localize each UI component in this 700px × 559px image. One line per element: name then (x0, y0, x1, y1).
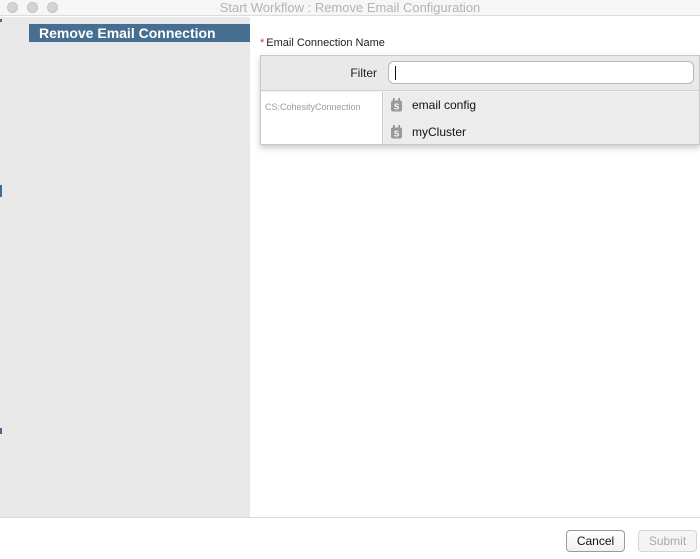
edge-marker (0, 19, 2, 22)
step-remove-email-connection[interactable]: Remove Email Connection (29, 24, 250, 42)
required-marker: * (260, 37, 265, 49)
title-bar: Start Workflow : Remove Email Configurat… (0, 0, 700, 16)
connection-list: S email config S myCluster (384, 92, 699, 144)
dialog-footer: Cancel Submit (0, 517, 700, 559)
filter-label: Filter (350, 66, 377, 80)
type-column: CS:CohesityConnection (261, 92, 383, 144)
type-label: CS:CohesityConnection (265, 102, 361, 112)
edge-marker (0, 185, 2, 197)
workflow-steps-panel: Remove Email Connection (0, 17, 250, 517)
list-item-email-config[interactable]: S email config (384, 92, 699, 118)
workflow-window: Start Workflow : Remove Email Configurat… (0, 0, 700, 559)
connection-plug-icon: S (391, 98, 402, 112)
list-item-label: myCluster (412, 125, 467, 139)
filter-input[interactable] (388, 61, 694, 84)
edge-marker (0, 428, 2, 434)
email-connection-name-label: * Email Connection Name (260, 37, 385, 49)
field-label-text: Email Connection Name (266, 37, 385, 49)
filter-row: Filter (261, 56, 699, 91)
list-item-mycluster[interactable]: S myCluster (384, 119, 699, 145)
connection-picker-popup: Filter CS:CohesityConnection S email con… (260, 55, 700, 145)
list-item-label: email config (412, 98, 477, 112)
svg-text:S: S (394, 103, 400, 112)
cancel-button[interactable]: Cancel (566, 530, 625, 552)
submit-button[interactable]: Submit (638, 530, 697, 552)
window-title: Start Workflow : Remove Email Configurat… (219, 0, 481, 15)
svg-text:S: S (394, 130, 400, 139)
text-cursor (395, 66, 396, 80)
connection-plug-icon: S (391, 125, 402, 139)
